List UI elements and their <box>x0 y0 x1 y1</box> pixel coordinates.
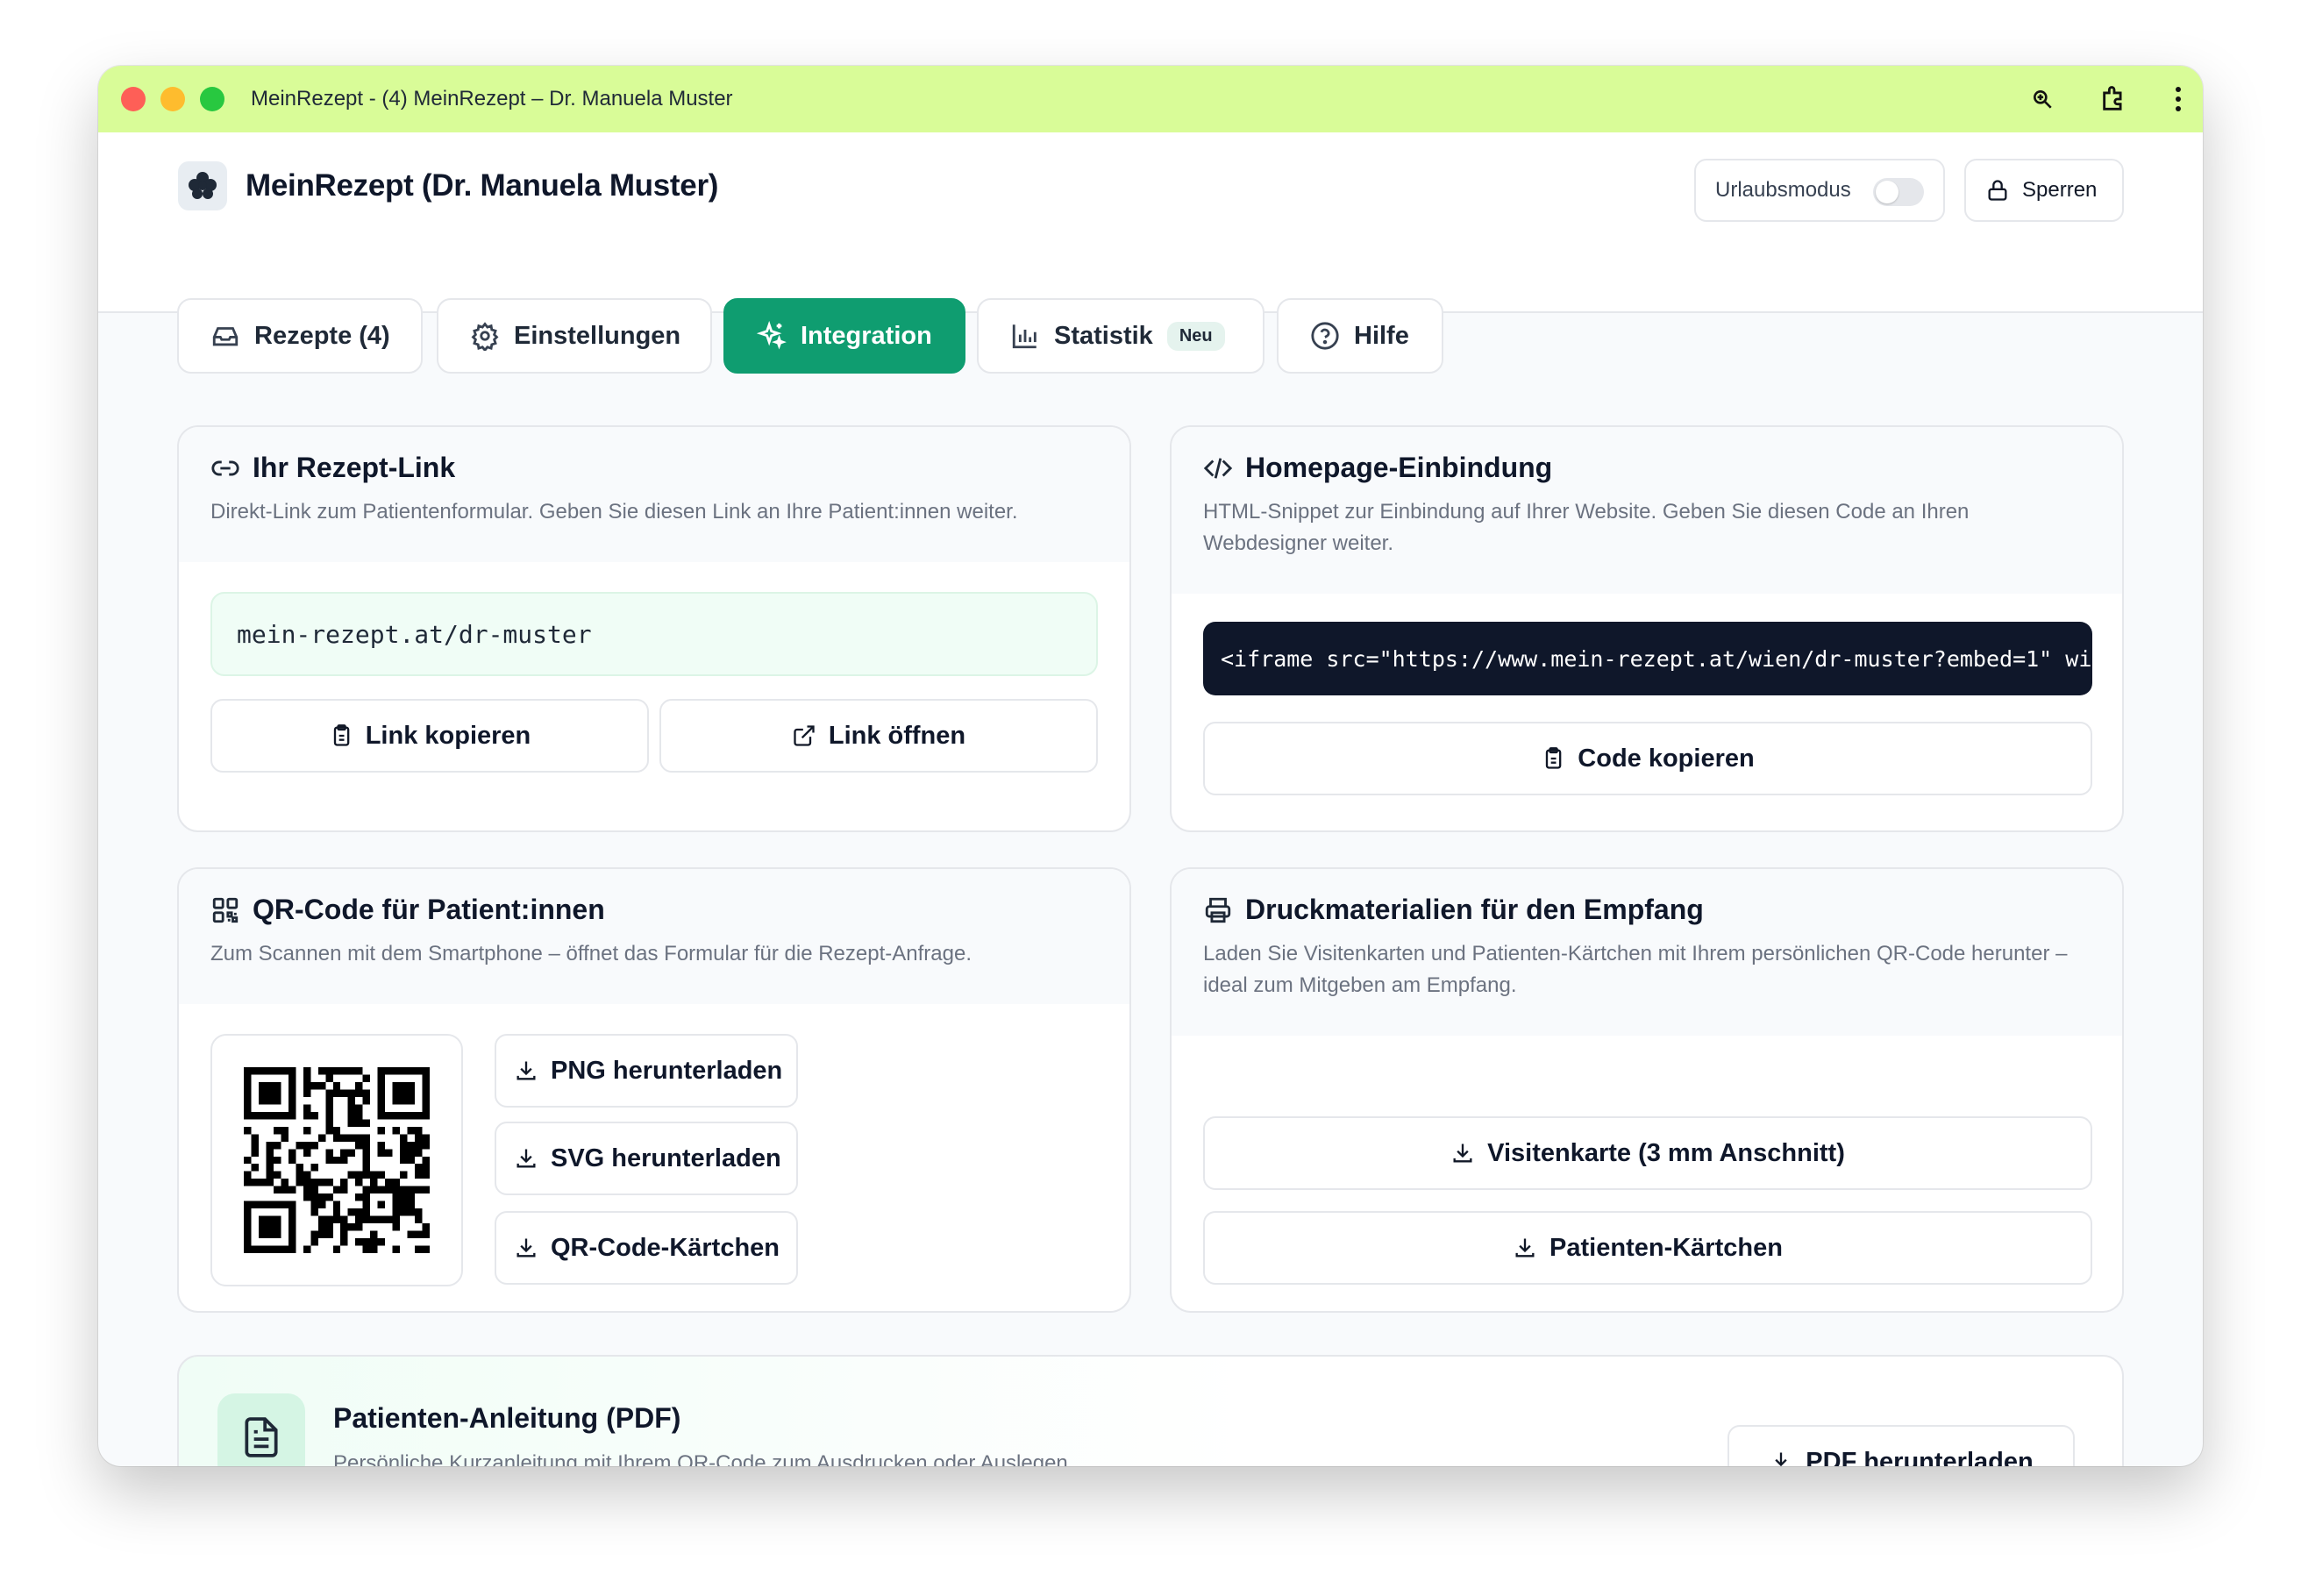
patient-guide-card: Patienten-Anleitung (PDF) Persönliche Ku… <box>177 1355 2124 1466</box>
printer-icon <box>1205 897 1231 923</box>
title-bar-icons <box>2031 66 2182 132</box>
tab-statistik[interactable]: Statistik Neu <box>977 298 1264 374</box>
app-title: MeinRezept (Dr. Manuela Muster) <box>246 168 719 203</box>
tab-label: Einstellungen <box>514 321 681 350</box>
vacation-mode-label: Urlaubsmodus <box>1715 178 1851 202</box>
lock-button[interactable]: Sperren <box>1964 159 2124 222</box>
title-bar: MeinRezept - (4) MeinRezept – Dr. Manuel… <box>98 66 2203 132</box>
app-window: MeinRezept - (4) MeinRezept – Dr. Manuel… <box>98 66 2203 1466</box>
window-title: MeinRezept - (4) MeinRezept – Dr. Manuel… <box>251 87 733 110</box>
close-window-button[interactable] <box>121 87 146 111</box>
download-icon <box>516 1061 536 1080</box>
card-description: Laden Sie Visitenkarten und Patienten-Kä… <box>1203 942 2068 997</box>
qr-code-graphic <box>244 1067 430 1253</box>
tab-label: Statistik <box>1054 321 1153 350</box>
download-icon <box>1775 1452 1787 1466</box>
rezept-link-url[interactable]: mein-rezept.at/dr-muster <box>210 592 1098 676</box>
copy-code-button[interactable]: Code kopieren <box>1203 722 2092 795</box>
tab-label: Rezepte (4) <box>254 321 390 350</box>
sparkles-icon <box>757 321 787 350</box>
tab-label: Hilfe <box>1354 321 1409 350</box>
document-icon <box>217 1393 305 1466</box>
card-title: Homepage-Einbindung <box>1245 452 1553 483</box>
qr-code-image <box>210 1034 463 1286</box>
open-link-button[interactable]: Link öffnen <box>659 699 1098 773</box>
card-title: Patienten-Anleitung (PDF) <box>333 1402 681 1434</box>
card-title: Druckmaterialien für den Empfang <box>1245 894 1704 925</box>
code-icon <box>1203 457 1233 479</box>
embed-code-snippet[interactable]: <iframe src="https://www.mein-rezept.at/… <box>1203 622 2092 695</box>
clipboard-icon <box>1546 747 1562 769</box>
print-materials-card: Druckmaterialien für den Empfang Laden S… <box>1170 867 2124 1313</box>
bar-chart-icon <box>1012 324 1037 349</box>
maximize-window-button[interactable] <box>200 87 224 111</box>
download-icon <box>516 1238 536 1258</box>
download-svg-button[interactable]: SVG herunterladen <box>495 1122 798 1195</box>
download-patient-card-button[interactable]: Patienten-Kärtchen <box>1203 1211 2092 1285</box>
help-circle-icon <box>1311 322 1339 350</box>
extensions-icon[interactable] <box>2099 84 2129 114</box>
vacation-switch[interactable] <box>1873 178 1924 206</box>
card-description: Zum Scannen mit dem Smartphone – öffnet … <box>210 942 972 965</box>
card-title: Ihr Rezept-Link <box>253 452 456 483</box>
qr-code-card: QR-Code für Patient:innen Zum Scannen mi… <box>177 867 1131 1313</box>
button-label: PDF herunterladen <box>1806 1447 2034 1467</box>
card-description: HTML-Snippet zur Einbindung auf Ihrer We… <box>1203 500 1970 555</box>
new-badge: Neu <box>1166 321 1225 351</box>
card-header: Druckmaterialien für den Empfang Laden S… <box>1172 869 2122 1036</box>
button-label: Link öffnen <box>828 721 966 750</box>
button-label: Patienten-Kärtchen <box>1549 1233 1783 1262</box>
lock-icon <box>1988 180 2007 201</box>
download-icon <box>1515 1238 1535 1258</box>
card-description: Persönliche Kurzanleitung mit Ihrem QR-C… <box>333 1451 1074 1466</box>
gear-icon <box>471 322 499 351</box>
app-logo <box>178 161 227 210</box>
external-link-icon <box>794 725 815 746</box>
download-qr-card-button[interactable]: QR-Code-Kärtchen <box>495 1211 798 1285</box>
tab-hilfe[interactable]: Hilfe <box>1277 298 1443 374</box>
tab-einstellungen[interactable]: Einstellungen <box>437 298 712 374</box>
button-label: QR-Code-Kärtchen <box>551 1233 780 1262</box>
tab-rezepte[interactable]: Rezepte (4) <box>177 298 423 374</box>
button-label: Link kopieren <box>365 721 531 750</box>
copy-link-button[interactable]: Link kopieren <box>210 699 649 773</box>
button-label: Code kopieren <box>1578 744 1755 773</box>
download-icon <box>516 1149 536 1168</box>
card-header: Ihr Rezept-Link Direkt-Link zum Patiente… <box>179 427 1129 562</box>
card-header: Homepage-Einbindung HTML-Snippet zur Ein… <box>1172 427 2122 594</box>
download-business-card-button[interactable]: Visitenkarte (3 mm Anschnitt) <box>1203 1116 2092 1190</box>
rezept-link-card: Ihr Rezept-Link Direkt-Link zum Patiente… <box>177 425 1131 832</box>
button-label: PNG herunterladen <box>551 1056 783 1085</box>
button-label: Visitenkarte (3 mm Anschnitt) <box>1487 1138 1845 1167</box>
minimize-window-button[interactable] <box>160 87 185 111</box>
tab-integration[interactable]: Integration <box>723 298 965 374</box>
qr-code-icon <box>212 897 239 923</box>
card-header: QR-Code für Patient:innen Zum Scannen mi… <box>179 869 1129 1004</box>
button-label: SVG herunterladen <box>551 1144 781 1172</box>
more-menu-icon[interactable] <box>2175 86 2182 112</box>
clover-icon <box>189 172 217 199</box>
download-png-button[interactable]: PNG herunterladen <box>495 1034 798 1108</box>
vacation-mode-toggle[interactable]: Urlaubsmodus <box>1694 159 1945 222</box>
zoom-icon[interactable] <box>2031 88 2054 110</box>
download-icon <box>1453 1144 1472 1163</box>
card-description: Direkt-Link zum Patientenformular. Geben… <box>210 500 1018 524</box>
homepage-embed-card: Homepage-Einbindung HTML-Snippet zur Ein… <box>1170 425 2124 832</box>
tab-label: Integration <box>801 321 932 350</box>
link-icon <box>211 460 239 475</box>
card-title: QR-Code für Patient:innen <box>253 894 605 925</box>
window-controls <box>121 87 224 111</box>
download-pdf-button[interactable]: PDF herunterladen <box>1728 1425 2075 1466</box>
inbox-icon <box>212 327 239 346</box>
lock-label: Sperren <box>2022 178 2098 202</box>
clipboard-icon <box>333 724 350 746</box>
